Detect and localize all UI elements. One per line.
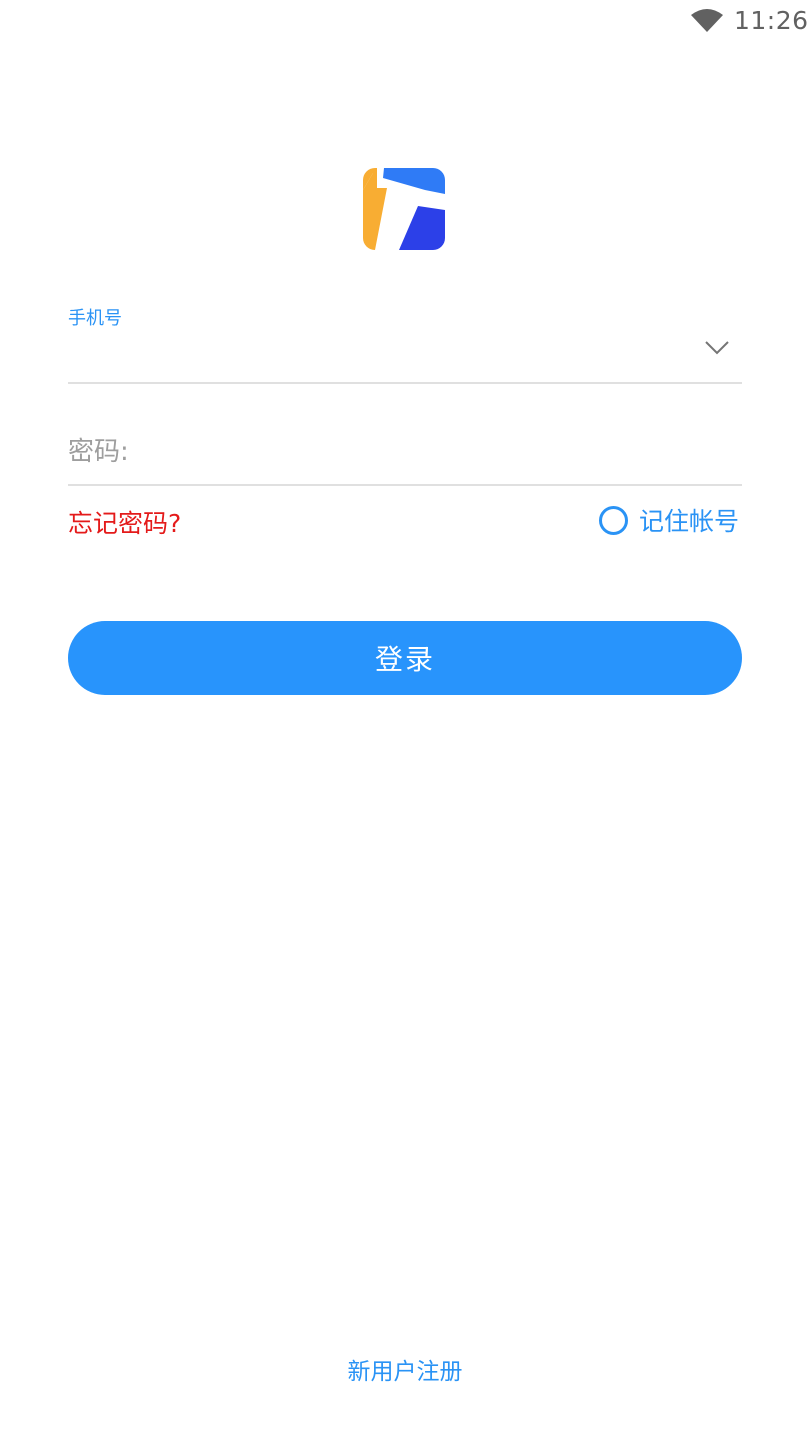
- chevron-down-icon[interactable]: [704, 338, 730, 356]
- radio-unchecked-icon[interactable]: [599, 505, 628, 535]
- phone-label: 手机号: [68, 308, 122, 329]
- password-input[interactable]: [68, 432, 742, 472]
- wifi-icon: [691, 9, 723, 32]
- forgot-password-link[interactable]: 忘记密码?: [68, 504, 181, 540]
- password-divider: [68, 484, 742, 486]
- phone-divider: [68, 382, 742, 384]
- status-bar: 11:26: [0, 0, 810, 44]
- phone-input[interactable]: [68, 330, 688, 370]
- remember-account-label: 记住帐号: [639, 507, 740, 536]
- status-time: 11:26: [734, 6, 809, 35]
- login-button[interactable]: 登录: [68, 621, 742, 695]
- register-link[interactable]: 新用户注册: [0, 1352, 810, 1386]
- app-logo: [363, 168, 445, 250]
- remember-account-toggle[interactable]: 记住帐号: [599, 502, 739, 538]
